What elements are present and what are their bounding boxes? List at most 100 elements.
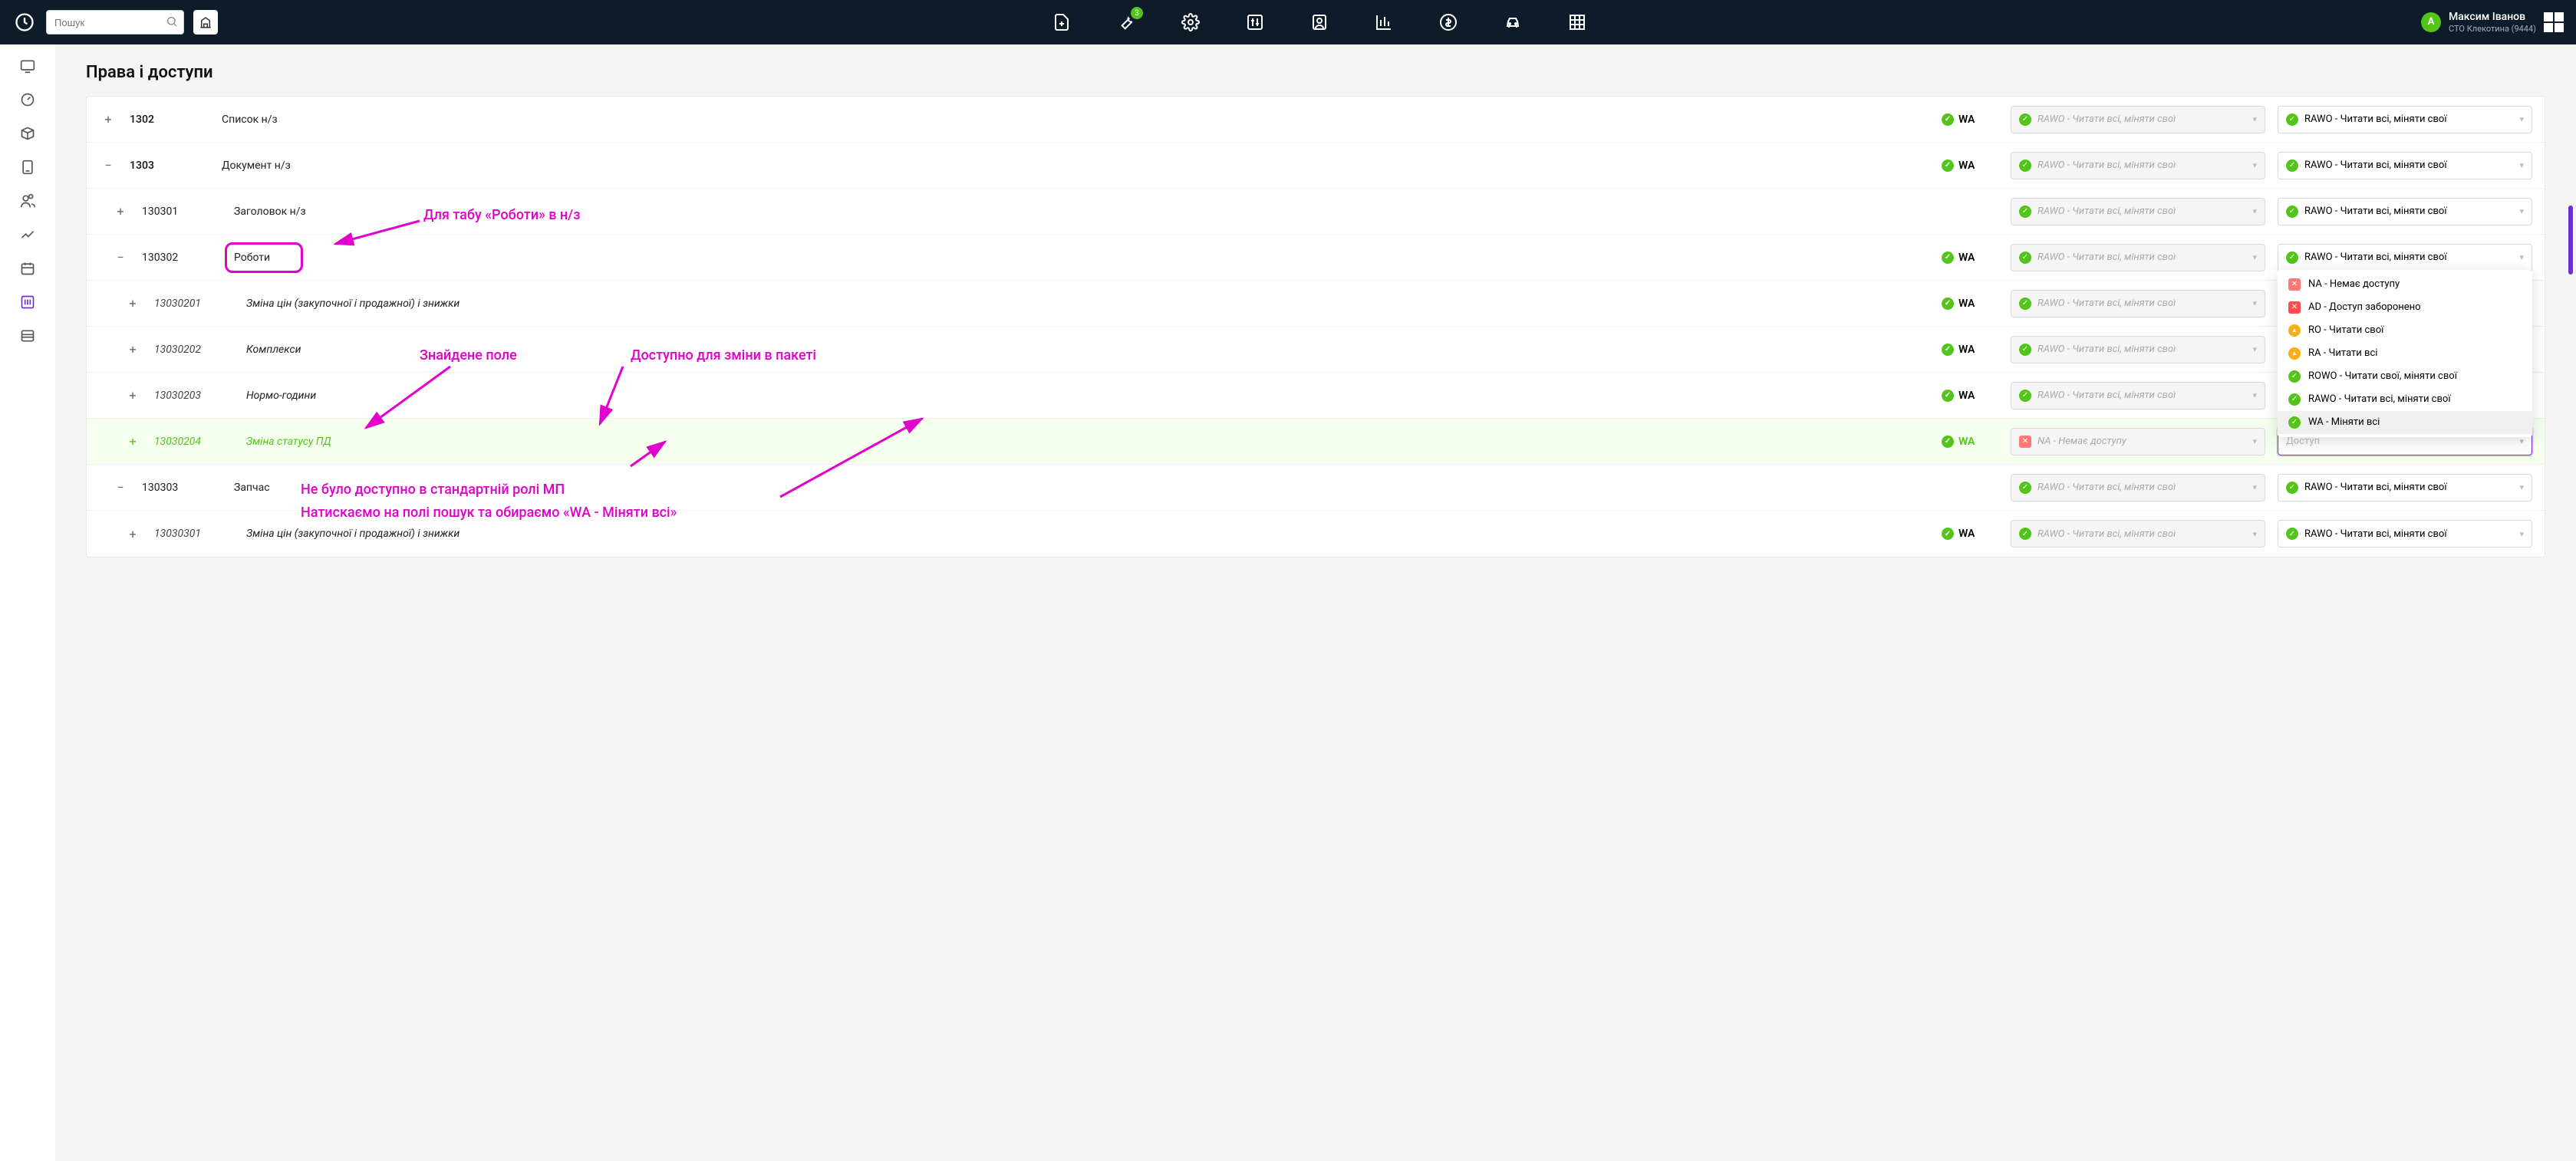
- expand-toggle[interactable]: +: [87, 112, 130, 127]
- chevron-down-icon: ▾: [2252, 390, 2257, 400]
- role-select[interactable]: ✓RAWO - Читати всі, міняти свої▾: [2278, 198, 2532, 225]
- dropdown-option-rowo[interactable]: ✓ROWO - Читати свої, міняти свої: [2278, 365, 2532, 388]
- permissions-table: + 1302 Список н/з ✓WA ✓RAWO - Читати всі…: [86, 96, 2545, 557]
- sliders-icon[interactable]: [1244, 12, 1266, 33]
- check-icon: ✓: [1942, 436, 1954, 448]
- grid-icon[interactable]: [1566, 12, 1588, 33]
- table-row: + 13030203 Нормо-години ✓WA ✓RAWO - Чита…: [87, 373, 2545, 419]
- collapse-toggle[interactable]: −: [87, 480, 142, 495]
- check-icon: ✓: [2286, 160, 2298, 172]
- wrench-badge: 3: [1131, 7, 1143, 19]
- check-icon: ✓: [2019, 113, 2031, 126]
- side-trend-icon[interactable]: [18, 225, 37, 244]
- row-code: 13030201: [154, 298, 246, 310]
- check-icon: ✓: [1942, 252, 1954, 264]
- role-select[interactable]: ✓RAWO - Читати всі, міняти свої▾: [2278, 244, 2532, 271]
- row-name: Комплекси: [246, 344, 1942, 356]
- chart-icon[interactable]: [1373, 12, 1395, 33]
- chevron-down-icon: ▾: [2252, 206, 2257, 216]
- row-code: 13030203: [154, 390, 246, 402]
- top-bar: 3 А Максим Іванов СТО Клекотина (9444): [0, 0, 2576, 44]
- chevron-down-icon: ▾: [2519, 206, 2524, 216]
- side-calendar-icon[interactable]: [18, 259, 37, 278]
- role-select[interactable]: ✓RAWO - Читати всі, міняти свої▾: [2278, 152, 2532, 179]
- side-permissions-icon[interactable]: [18, 293, 37, 311]
- row-wa: ✓WA: [1942, 113, 2011, 126]
- ad-icon: ✕: [2288, 301, 2301, 314]
- user-texts: Максим Іванов СТО Клекотина (9444): [2449, 11, 2536, 34]
- main-content: Права і доступи + 1302 Список н/з ✓WA ✓R…: [55, 44, 2576, 1161]
- row-code: 130303: [142, 482, 234, 494]
- dropdown-option-ro[interactable]: RO - Читати свої: [2278, 319, 2532, 342]
- new-doc-icon[interactable]: [1051, 12, 1072, 33]
- collapse-toggle[interactable]: −: [87, 158, 130, 173]
- building-button[interactable]: [193, 10, 218, 35]
- row-name: Зміна цін (закупочної і продажної) і зни…: [246, 298, 1942, 310]
- check-icon: ✓: [1942, 113, 1954, 126]
- logo-icon[interactable]: [12, 10, 37, 35]
- check-icon: ✓: [2286, 206, 2298, 218]
- role-select[interactable]: ✓RAWO - Читати всі, міняти свої▾: [2278, 474, 2532, 502]
- row-wa: ✓WA: [1942, 344, 2011, 356]
- user-block[interactable]: А Максим Іванов СТО Клекотина (9444): [2421, 11, 2564, 34]
- row-code: 1302: [130, 113, 222, 126]
- chevron-down-icon: ▾: [2519, 436, 2524, 446]
- table-row: − 1303 Документ н/з ✓WA ✓RAWO - Читати в…: [87, 143, 2545, 189]
- expand-toggle[interactable]: +: [87, 388, 154, 403]
- collapse-toggle[interactable]: −: [87, 250, 142, 265]
- role-select-disabled: ✓RAWO - Читати всі, міняти свої▾: [2011, 290, 2265, 317]
- role-select-disabled: ✓RAWO - Читати всі, міняти свої▾: [2011, 106, 2265, 133]
- row-wa: ✓WA: [1942, 436, 2011, 448]
- table-row: − 130303 Запчас ✓RAWO - Читати всі, міня…: [87, 465, 2545, 511]
- chevron-down-icon: ▾: [2252, 160, 2257, 170]
- scrollbar-indicator[interactable]: [2568, 206, 2573, 275]
- check-icon: ✓: [1942, 528, 1954, 540]
- dropdown-option-ra[interactable]: RA - Читати всі: [2278, 342, 2532, 365]
- row-wa: ✓WA: [1942, 298, 2011, 310]
- expand-toggle[interactable]: +: [87, 527, 154, 541]
- na-icon: ✕: [2288, 278, 2301, 291]
- chevron-down-icon: ▾: [2252, 344, 2257, 354]
- side-monitor-icon[interactable]: [18, 57, 37, 75]
- expand-toggle[interactable]: +: [87, 204, 142, 219]
- dropdown-option-na[interactable]: ✕NA - Немає доступу: [2278, 273, 2532, 296]
- side-people-icon[interactable]: [18, 192, 37, 210]
- chevron-down-icon: ▾: [2252, 482, 2257, 492]
- role-select[interactable]: ✓RAWO - Читати всі, міняти свої▾: [2278, 520, 2532, 548]
- role-select-disabled: ✓RAWO - Читати всі, міняти свої▾: [2011, 382, 2265, 409]
- check-icon: ✓: [2288, 416, 2301, 429]
- table-row: + 130301 Заголовок н/з ✓RAWO - Читати вс…: [87, 189, 2545, 235]
- contact-icon[interactable]: [1309, 12, 1330, 33]
- page-title: Права і доступи: [86, 63, 2545, 82]
- check-icon: ✓: [2019, 252, 2031, 264]
- search-input[interactable]: [46, 10, 184, 35]
- car-icon[interactable]: [1502, 12, 1524, 33]
- expand-toggle[interactable]: +: [87, 434, 154, 449]
- check-icon: ✓: [2286, 482, 2298, 494]
- row-code: 1303: [130, 160, 222, 172]
- table-row: + 1302 Список н/з ✓WA ✓RAWO - Читати всі…: [87, 97, 2545, 143]
- dropdown-option-wa[interactable]: ✓WA - Міняти всі: [2278, 411, 2532, 434]
- dropdown-option-rawo[interactable]: ✓RAWO - Читати всі, міняти свої: [2278, 388, 2532, 411]
- side-device-icon[interactable]: [18, 158, 37, 176]
- expand-toggle[interactable]: +: [87, 342, 154, 357]
- role-select[interactable]: ✓RAWO - Читати всі, міняти свої▾: [2278, 106, 2532, 133]
- row-wa: ✓WA: [1942, 252, 2011, 264]
- expand-toggle[interactable]: +: [87, 296, 154, 311]
- settings-icon[interactable]: [1180, 12, 1201, 33]
- side-box-icon[interactable]: [18, 124, 37, 143]
- row-code: 13030204: [154, 436, 246, 448]
- check-icon: ✓: [2288, 370, 2301, 383]
- na-icon: ✕: [2019, 436, 2031, 448]
- money-icon[interactable]: [1438, 12, 1459, 33]
- chevron-down-icon: ▾: [2252, 529, 2257, 539]
- apps-icon[interactable]: [2544, 12, 2564, 32]
- side-list-icon[interactable]: [18, 327, 37, 345]
- row-code: 130301: [142, 206, 234, 218]
- check-icon: ✓: [1942, 344, 1954, 356]
- dropdown-option-ad[interactable]: ✕AD - Доступ заборонено: [2278, 296, 2532, 319]
- wrench-icon[interactable]: 3: [1115, 12, 1137, 33]
- table-row: − 130302 Роботи ✓WA ✓RAWO - Читати всі, …: [87, 235, 2545, 281]
- user-name: Максим Іванов: [2449, 11, 2536, 24]
- side-dashboard-icon[interactable]: [18, 90, 37, 109]
